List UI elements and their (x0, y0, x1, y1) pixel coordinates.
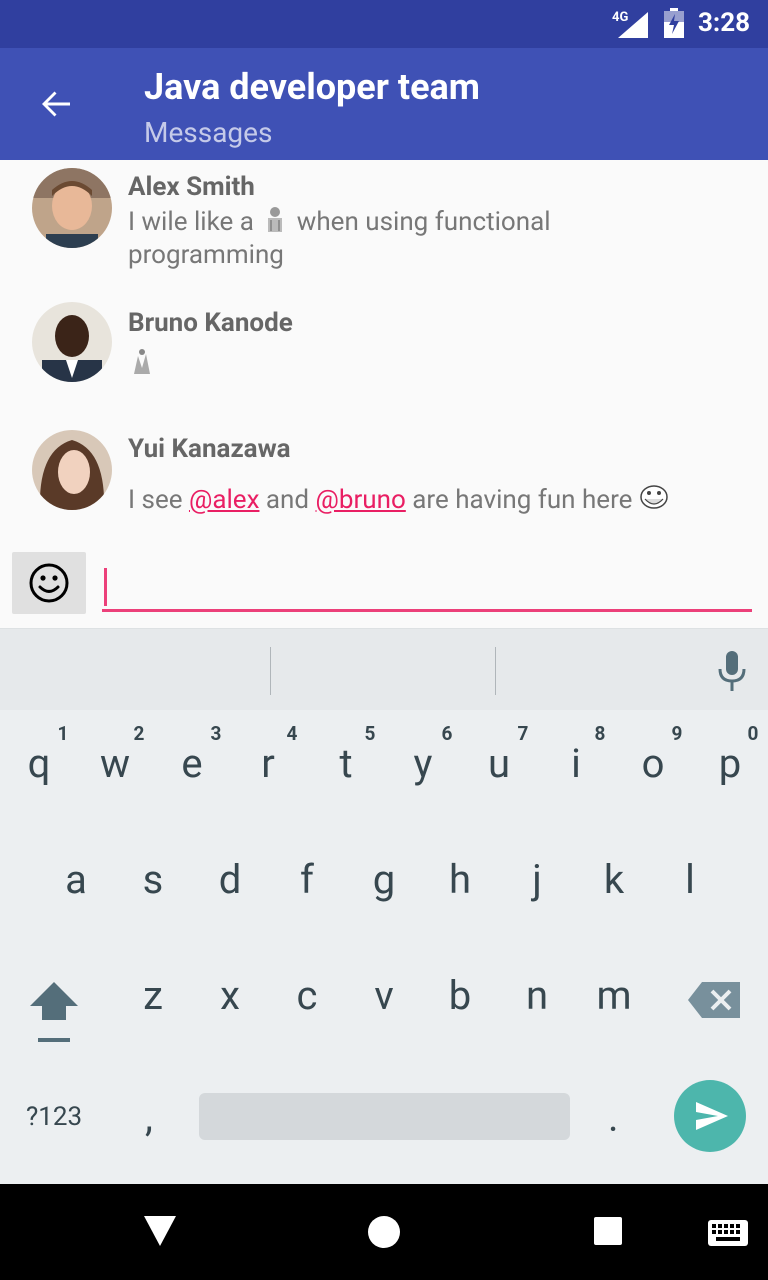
page-subtitle: Messages (144, 116, 273, 149)
mention-link[interactable]: @alex (189, 485, 260, 515)
key-s[interactable]: s (123, 856, 183, 903)
divider (270, 647, 271, 695)
key-t[interactable]: t (316, 740, 376, 787)
system-nav-bar (0, 1184, 768, 1280)
key-y[interactable]: y (393, 740, 453, 787)
message-text: I see @alex and @bruno are having fun he… (128, 482, 748, 517)
send-icon (696, 1102, 728, 1130)
key-h[interactable]: h (430, 856, 490, 903)
trollface-sticker-icon (640, 485, 668, 509)
microphone-icon[interactable] (712, 649, 752, 693)
key-q[interactable]: q (9, 740, 69, 787)
shift-icon[interactable] (28, 980, 80, 1044)
emoji-button[interactable] (12, 552, 86, 614)
key-k[interactable]: k (584, 856, 644, 903)
send-button[interactable] (674, 1080, 746, 1152)
key-c[interactable]: c (277, 972, 337, 1019)
key-o[interactable]: o (623, 740, 683, 787)
key-comma[interactable]: , (145, 1094, 153, 1141)
network-type: 4G (612, 10, 629, 25)
message-text (128, 346, 748, 381)
soft-keyboard: 1 q 2 w 3 e 4 r 5 t 6 y 7 u 8 i 9 o 0 p … (0, 628, 768, 1184)
avatar[interactable] (32, 430, 112, 510)
page-title: Java developer team (144, 66, 480, 108)
message-text: I wile like a when using functional prog… (128, 204, 748, 272)
key-r[interactable]: r (238, 740, 298, 787)
key-z[interactable]: z (123, 972, 183, 1019)
smiley-face-icon (29, 563, 69, 603)
symbols-key[interactable]: ?123 (26, 1102, 82, 1132)
key-w[interactable]: w (85, 740, 145, 787)
space-key[interactable] (199, 1093, 570, 1140)
key-j[interactable]: j (507, 856, 567, 903)
key-i[interactable]: i (546, 740, 606, 787)
sender-name: Alex Smith (128, 172, 255, 202)
nav-recents-icon[interactable] (594, 1217, 622, 1245)
key-u[interactable]: u (469, 740, 529, 787)
key-e[interactable]: e (162, 740, 222, 787)
key-x[interactable]: x (200, 972, 260, 1019)
battery-icon (664, 8, 684, 38)
divider (495, 647, 496, 695)
arrow-back-icon[interactable] (36, 84, 76, 124)
app-bar: Java developer team Messages (0, 48, 768, 160)
key-n[interactable]: n (507, 972, 567, 1019)
clock: 3:28 (698, 8, 751, 38)
key-p[interactable]: p (700, 740, 760, 787)
key-a[interactable]: a (46, 856, 106, 903)
avatar[interactable] (32, 168, 112, 248)
key-m[interactable]: m (584, 972, 644, 1019)
key-g[interactable]: g (354, 856, 414, 903)
nav-home-icon[interactable] (368, 1216, 400, 1248)
backspace-icon[interactable] (688, 982, 740, 1018)
sticker-icon (134, 349, 150, 374)
suggestion-bar (0, 628, 768, 710)
key-d[interactable]: d (200, 856, 260, 903)
avatar[interactable] (32, 302, 112, 382)
sender-name: Bruno Kanode (128, 308, 293, 338)
key-period[interactable]: . (608, 1094, 619, 1141)
key-b[interactable]: b (430, 972, 490, 1019)
key-l[interactable]: l (660, 856, 720, 903)
key-f[interactable]: f (277, 856, 337, 903)
sender-name: Yui Kanazawa (128, 434, 291, 464)
doctor-sticker-icon (268, 207, 283, 232)
text-cursor (104, 568, 107, 606)
message-list: Alex Smith I wile like a when using func… (0, 160, 768, 540)
nav-back-icon[interactable] (142, 1214, 178, 1248)
key-v[interactable]: v (354, 972, 414, 1019)
mention-link[interactable]: @bruno (316, 485, 406, 515)
message-input[interactable] (102, 564, 752, 612)
status-bar: 4G 3:28 (0, 0, 768, 48)
keyboard-switch-icon[interactable] (708, 1220, 748, 1246)
